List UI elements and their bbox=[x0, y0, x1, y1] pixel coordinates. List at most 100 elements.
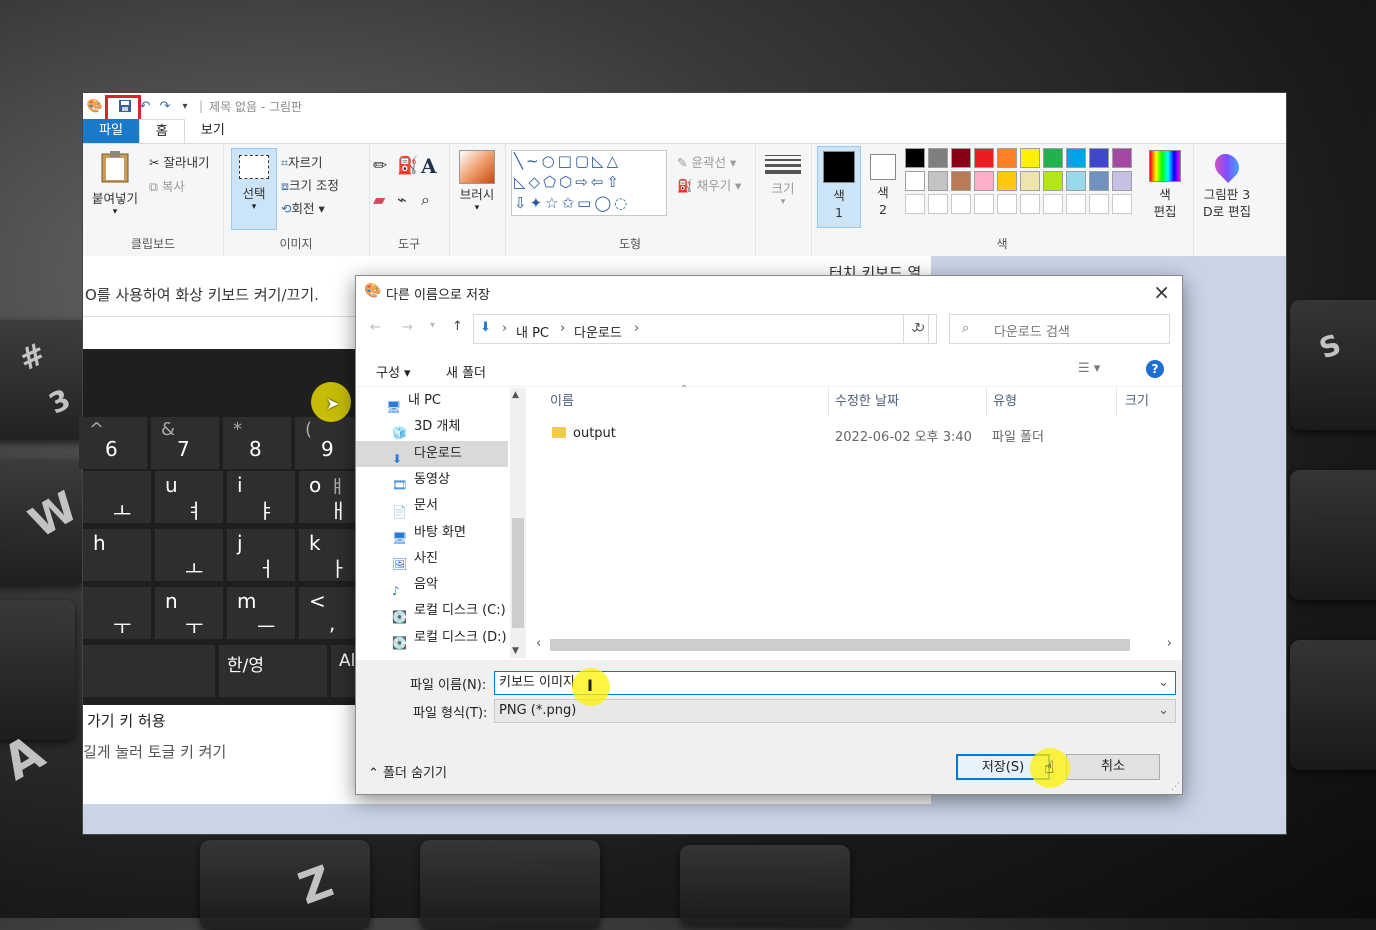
palette-swatch[interactable] bbox=[951, 194, 971, 214]
palette-swatch[interactable] bbox=[1112, 194, 1132, 214]
horizontal-scrollbar[interactable]: ‹ › bbox=[528, 636, 1176, 652]
palette-swatch[interactable] bbox=[928, 194, 948, 214]
column-type[interactable]: 유형 bbox=[986, 388, 1017, 416]
up-arrow-icon[interactable]: ↑ bbox=[452, 319, 463, 334]
customize-qat-icon[interactable]: ▾ bbox=[177, 98, 193, 114]
nav-item[interactable]: 💽 로컬 디스크 (C:) bbox=[392, 598, 510, 624]
palette-swatch[interactable] bbox=[1043, 148, 1063, 168]
help-icon[interactable]: ? bbox=[1146, 360, 1164, 378]
key-main-label: ㅏ bbox=[329, 557, 348, 581]
cut-button[interactable]: ✂ 잘라내기 bbox=[149, 152, 209, 171]
nav-item[interactable]: 🖥 내 PC bbox=[386, 388, 504, 414]
palette-swatch[interactable] bbox=[1066, 194, 1086, 214]
resize-button[interactable]: ⧈크기 조정 bbox=[281, 175, 339, 194]
nav-item[interactable]: ♪ 음악 bbox=[392, 572, 510, 598]
palette-swatch[interactable] bbox=[905, 194, 925, 214]
palette-swatch[interactable] bbox=[1020, 171, 1040, 191]
palette-swatch[interactable] bbox=[997, 171, 1017, 191]
palette-swatch[interactable] bbox=[928, 148, 948, 168]
color1-button[interactable]: 색 1 bbox=[817, 146, 861, 228]
palette-swatch[interactable] bbox=[974, 194, 994, 214]
close-icon[interactable]: × bbox=[1153, 280, 1170, 304]
palette-swatch[interactable] bbox=[997, 148, 1017, 168]
pencil-icon[interactable]: ✏ bbox=[373, 156, 387, 176]
palette-swatch[interactable] bbox=[905, 171, 925, 191]
palette-swatch[interactable] bbox=[928, 171, 948, 191]
palette-swatch[interactable] bbox=[1089, 148, 1109, 168]
resize-grip-icon[interactable]: ⋰ bbox=[1171, 782, 1180, 792]
nav-item[interactable]: 💽 로컬 디스크 (D:) bbox=[392, 625, 510, 651]
palette-swatch[interactable] bbox=[951, 148, 971, 168]
cancel-button[interactable]: 취소 bbox=[1066, 754, 1160, 780]
edit-colors-button[interactable]: 색 편집 bbox=[1145, 148, 1185, 228]
forward-arrow-icon[interactable]: → bbox=[402, 320, 413, 335]
nav-item[interactable]: 🖼 사진 bbox=[392, 546, 510, 572]
file-type: 파일 폴더 bbox=[992, 430, 1044, 445]
tab-file[interactable]: 파일 bbox=[83, 119, 139, 143]
fill-bucket-icon[interactable]: ⛽ bbox=[397, 156, 418, 176]
size-button[interactable]: 크기 ▾ bbox=[765, 152, 801, 207]
nav-item[interactable]: 🎞 동영상 bbox=[392, 467, 510, 493]
palette-swatch[interactable] bbox=[1112, 171, 1132, 191]
nav-item-icon: 💽 bbox=[392, 609, 407, 624]
recent-dropdown-icon[interactable]: ▾ bbox=[430, 320, 435, 331]
nav-item[interactable]: ⬇ 다운로드 bbox=[356, 440, 508, 467]
image-group: 선택 ▾ ⌗자르기 ⧈크기 조정 ⟲회전 ▾ 이미지 bbox=[223, 144, 370, 256]
breadcrumb-mypc[interactable]: 내 PC bbox=[516, 322, 549, 341]
refresh-button[interactable]: ↻ bbox=[903, 314, 937, 344]
tab-view[interactable]: 보기 bbox=[185, 119, 241, 143]
palette-swatch[interactable] bbox=[1043, 171, 1063, 191]
fill-button[interactable]: ⛽ 채우기 ▾ bbox=[677, 175, 741, 194]
palette-swatch[interactable] bbox=[974, 171, 994, 191]
color-picker-icon[interactable]: ⌁ bbox=[397, 190, 407, 209]
paint3d-button[interactable]: 그림판 3 D로 편집 bbox=[1195, 148, 1259, 228]
palette-swatch[interactable] bbox=[905, 148, 925, 168]
brushes-button[interactable]: 브러시 ▾ bbox=[455, 150, 499, 213]
palette-swatch[interactable] bbox=[1020, 148, 1040, 168]
palette-swatch[interactable] bbox=[1066, 171, 1086, 191]
magnifier-icon[interactable]: ⌕ bbox=[421, 190, 430, 210]
palette-swatch[interactable] bbox=[1089, 194, 1109, 214]
nav-item[interactable]: 📄 문서 bbox=[392, 493, 510, 519]
outline-button[interactable]: ✎ 윤곽선 ▾ bbox=[677, 152, 736, 171]
hide-folders-toggle[interactable]: ⌃ 폴더 숨기기 bbox=[368, 762, 447, 781]
eraser-icon[interactable]: ▰ bbox=[373, 190, 385, 209]
palette-swatch[interactable] bbox=[951, 171, 971, 191]
crop-label: 자르기 bbox=[288, 155, 323, 170]
copy-button[interactable]: ⧉ 복사 bbox=[149, 176, 185, 195]
file-row[interactable]: output 2022-06-02 오후 3:40 파일 폴더 bbox=[546, 424, 1166, 446]
search-box[interactable]: ⌕ 다운로드 검색 bbox=[949, 314, 1170, 344]
hand-pointer-icon: ☝ bbox=[1044, 758, 1055, 778]
view-options-icon[interactable]: ☰ ▾ bbox=[1078, 361, 1100, 376]
new-folder-button[interactable]: 새 폴더 bbox=[446, 362, 486, 381]
shapes-gallery[interactable]: ╲∼○□▢◺△ ◺◇⬠⬡⇨⇦⇧ ⇩✦☆✩▭◯◌ bbox=[511, 150, 667, 216]
redo-icon[interactable]: ↷ bbox=[157, 98, 173, 114]
nav-item[interactable]: 🧊 3D 개체 bbox=[392, 414, 510, 440]
palette-swatch[interactable] bbox=[1112, 148, 1132, 168]
breadcrumb-downloads[interactable]: 다운로드 bbox=[574, 322, 622, 341]
key-main-label: ㅗ bbox=[113, 499, 132, 523]
nav-item-icon: 🖥 bbox=[386, 399, 402, 414]
shapes-group-label: 도형 bbox=[618, 237, 642, 251]
rotate-button[interactable]: ⟲회전 ▾ bbox=[281, 198, 325, 217]
crop-button[interactable]: ⌗자르기 bbox=[281, 152, 323, 171]
column-date[interactable]: 수정한 날짜 bbox=[828, 388, 899, 416]
address-bar[interactable]: ⬇ › 내 PC › 다운로드 › ⌄ bbox=[473, 314, 929, 344]
palette-swatch[interactable] bbox=[974, 148, 994, 168]
color2-button[interactable]: 색 2 bbox=[863, 146, 903, 226]
text-tool-icon[interactable]: A bbox=[421, 154, 437, 178]
column-name[interactable]: 이름 bbox=[550, 388, 574, 416]
column-size[interactable]: 크기 bbox=[1116, 388, 1149, 416]
palette-swatch[interactable] bbox=[1020, 194, 1040, 214]
palette-swatch[interactable] bbox=[1043, 194, 1063, 214]
palette-swatch[interactable] bbox=[1066, 148, 1086, 168]
select-button[interactable]: 선택 ▾ bbox=[231, 148, 277, 230]
palette-swatch[interactable] bbox=[1089, 171, 1109, 191]
tab-home[interactable]: 홈 bbox=[138, 119, 185, 143]
organize-button[interactable]: 구성 ▾ bbox=[376, 362, 411, 381]
nav-scrollbar[interactable]: ▲ ▼ bbox=[510, 388, 526, 658]
nav-item[interactable]: 🖥 바탕 화면 bbox=[392, 520, 510, 546]
paste-button[interactable]: 붙여넣기 ▾ bbox=[87, 150, 143, 230]
back-arrow-icon[interactable]: ← bbox=[370, 320, 381, 335]
palette-swatch[interactable] bbox=[997, 194, 1017, 214]
